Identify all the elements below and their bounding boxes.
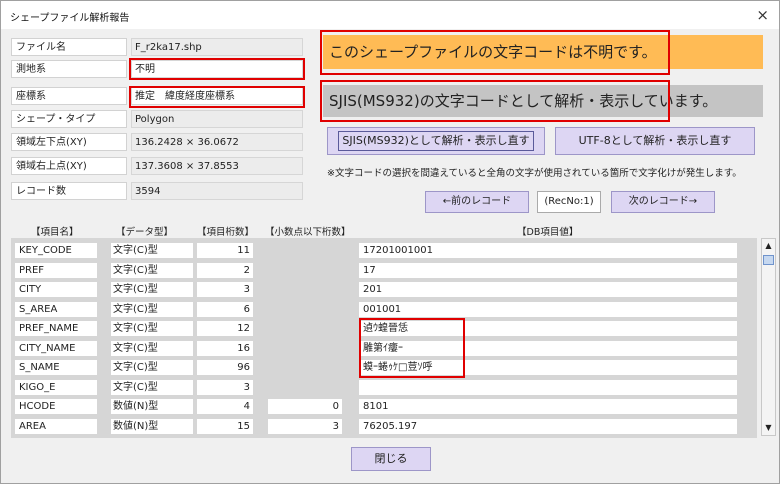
info-label: 座標系 <box>11 87 127 105</box>
cell-field-name: CITY_NAME <box>15 340 97 356</box>
header-data-type: 【データ型】 <box>116 227 174 238</box>
cell-digits: 3 <box>197 379 253 395</box>
info-value: F_r2ka17.shp <box>131 38 303 56</box>
info-value: 3594 <box>131 182 303 200</box>
header-decimals: 【小数点以下桁数】 <box>265 227 351 238</box>
cell-data-type: 数値(N)型 <box>111 418 193 434</box>
cell-data-type: 文字(C)型 <box>111 379 193 395</box>
cell-digits: 4 <box>197 399 253 414</box>
dialog-window: シェープファイル解析報告 × ファイル名 F_r2ka17.shp 測地系 不明 座標系… <box>0 0 780 484</box>
cell-db-value: 8101 <box>359 399 737 414</box>
scroll-thumb[interactable] <box>763 255 774 265</box>
cell-db-value: 201 <box>359 282 737 297</box>
cell-field-name: CITY <box>15 282 97 297</box>
cell-digits: 6 <box>197 301 253 317</box>
cell-digits: 2 <box>197 262 253 278</box>
record-number: (RecNo:1) <box>537 191 601 213</box>
info-value: 136.2428 × 36.0672 <box>131 133 303 151</box>
window-title: シェープファイル解析報告 <box>10 13 130 24</box>
info-label: 測地系 <box>11 60 127 78</box>
cell-field-name: KEY_CODE <box>15 243 97 258</box>
cell-digits: 16 <box>197 340 253 356</box>
info-label: 領域右上点(XY) <box>11 157 127 175</box>
cell-data-type: 文字(C)型 <box>111 243 193 258</box>
cell-decimals: 0 <box>268 399 342 414</box>
next-record-button[interactable]: 次のレコード→ <box>611 191 715 213</box>
cell-db-value: 17 <box>359 262 737 278</box>
info-label: 領域左下点(XY) <box>11 133 127 151</box>
cell-decimals <box>268 263 342 278</box>
cell-field-name: KIGO_E <box>15 379 97 395</box>
info-value: 137.3608 × 37.8553 <box>131 157 303 175</box>
cell-decimals <box>268 380 342 395</box>
table-scrollbar[interactable]: ▲ ▼ <box>761 238 776 436</box>
info-value: Polygon <box>131 110 303 128</box>
cell-data-type: 文字(C)型 <box>111 340 193 356</box>
title-bar: シェープファイル解析報告 × <box>1 1 779 29</box>
cell-field-name: PREF <box>15 262 97 278</box>
cell-digits: 96 <box>197 360 253 375</box>
cell-data-type: 文字(C)型 <box>111 360 193 375</box>
header-field-name: 【項目名】 <box>31 227 79 238</box>
reparse-sjis-button[interactable]: SJIS(MS932)として解析・表示し直す <box>327 127 545 155</box>
info-label: ファイル名 <box>11 38 127 56</box>
prev-record-button[interactable]: ←前のレコード <box>425 191 529 213</box>
close-icon[interactable]: × <box>756 6 769 24</box>
cell-data-type: 文字(C)型 <box>111 321 193 336</box>
cell-digits: 3 <box>197 282 253 297</box>
cell-decimals <box>268 341 342 356</box>
cell-field-name: HCODE <box>15 399 97 414</box>
cell-field-name: S_NAME <box>15 360 97 375</box>
cell-db-value: 76205.197 <box>359 418 737 434</box>
cell-digits: 11 <box>197 243 253 258</box>
close-button[interactable]: 閉じる <box>351 447 431 471</box>
cell-decimals <box>268 243 342 258</box>
cell-field-name: AREA <box>15 418 97 434</box>
cell-db-value: 17201001001 <box>359 243 737 258</box>
info-label: レコード数 <box>11 182 127 200</box>
cell-db-value: 001001 <box>359 301 737 317</box>
header-db-value: 【DB項目値】 <box>517 227 579 238</box>
encoding-note: ※文字コードの選択を間違えていると全角の文字が使用されている箇所で文字化けが発生… <box>327 168 742 179</box>
cell-decimals <box>268 302 342 317</box>
cell-field-name: PREF_NAME <box>15 321 97 336</box>
reparse-sjis-label: SJIS(MS932)として解析・表示し直す <box>338 131 534 151</box>
cell-data-type: 文字(C)型 <box>111 262 193 278</box>
cell-data-type: 数値(N)型 <box>111 399 193 414</box>
info-label: シェープ・タイプ <box>11 110 127 128</box>
cell-decimals <box>268 360 342 375</box>
scroll-up-icon[interactable]: ▲ <box>762 239 775 253</box>
cell-decimals <box>268 282 342 297</box>
highlight-coordinate <box>129 86 305 108</box>
cell-decimals <box>268 321 342 336</box>
highlight-geodetic <box>129 58 305 80</box>
cell-db-value <box>359 379 737 395</box>
cell-decimals: 3 <box>268 418 342 434</box>
highlight-garbled-values <box>359 318 465 378</box>
cell-digits: 15 <box>197 418 253 434</box>
header-digits: 【項目桁数】 <box>197 227 255 238</box>
reparse-utf8-button[interactable]: UTF-8として解析・表示し直す <box>555 127 755 155</box>
cell-data-type: 文字(C)型 <box>111 301 193 317</box>
cell-data-type: 文字(C)型 <box>111 282 193 297</box>
highlight-analyzing-banner <box>320 80 670 122</box>
scroll-down-icon[interactable]: ▼ <box>762 421 775 435</box>
cell-field-name: S_AREA <box>15 301 97 317</box>
cell-digits: 12 <box>197 321 253 336</box>
highlight-unknown-banner <box>320 30 670 75</box>
